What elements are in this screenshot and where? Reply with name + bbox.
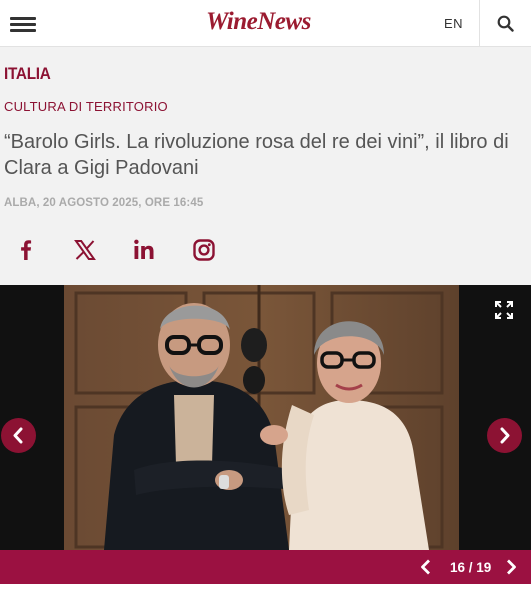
fullscreen-icon[interactable] — [495, 301, 513, 319]
facebook-icon — [21, 240, 32, 260]
x-share-button[interactable] — [71, 236, 99, 264]
chevron-right-icon — [500, 427, 510, 444]
bottom-strip — [0, 584, 531, 589]
article-dateline: ALBA, 20 AGOSTO 2025, ORE 16:45 — [4, 197, 204, 209]
x-icon — [74, 240, 96, 260]
gallery-next-button[interactable] — [487, 418, 522, 453]
linkedin-share-button[interactable] — [130, 236, 158, 264]
gallery-photo[interactable] — [64, 285, 459, 550]
article-section[interactable]: CULTURA DI TERRITORIO — [4, 99, 168, 114]
bar-previous-icon[interactable] — [418, 559, 434, 575]
language-switch[interactable]: EN — [444, 16, 463, 31]
instagram-icon — [193, 239, 215, 261]
photo-gallery — [0, 285, 531, 550]
search-button[interactable] — [479, 0, 531, 47]
gallery-counter: 16 / 19 — [450, 560, 492, 575]
bar-next-icon[interactable] — [503, 559, 519, 575]
page: WineNews EN ITALIA CULTURA DI TERRITORIO… — [0, 0, 531, 589]
top-header: WineNews EN — [0, 0, 531, 47]
chevron-left-icon — [13, 427, 23, 444]
site-logo[interactable]: WineNews — [206, 8, 311, 36]
instagram-share-button[interactable] — [190, 236, 218, 264]
article-category[interactable]: ITALIA — [4, 64, 51, 84]
hamburger-menu-icon[interactable] — [10, 16, 36, 32]
article-title: “Barolo Girls. La rivoluzione rosa del r… — [4, 131, 509, 179]
facebook-share-button[interactable] — [12, 236, 40, 264]
gallery-previous-button[interactable] — [1, 418, 36, 453]
linkedin-icon — [134, 239, 154, 259]
search-icon — [497, 15, 514, 32]
